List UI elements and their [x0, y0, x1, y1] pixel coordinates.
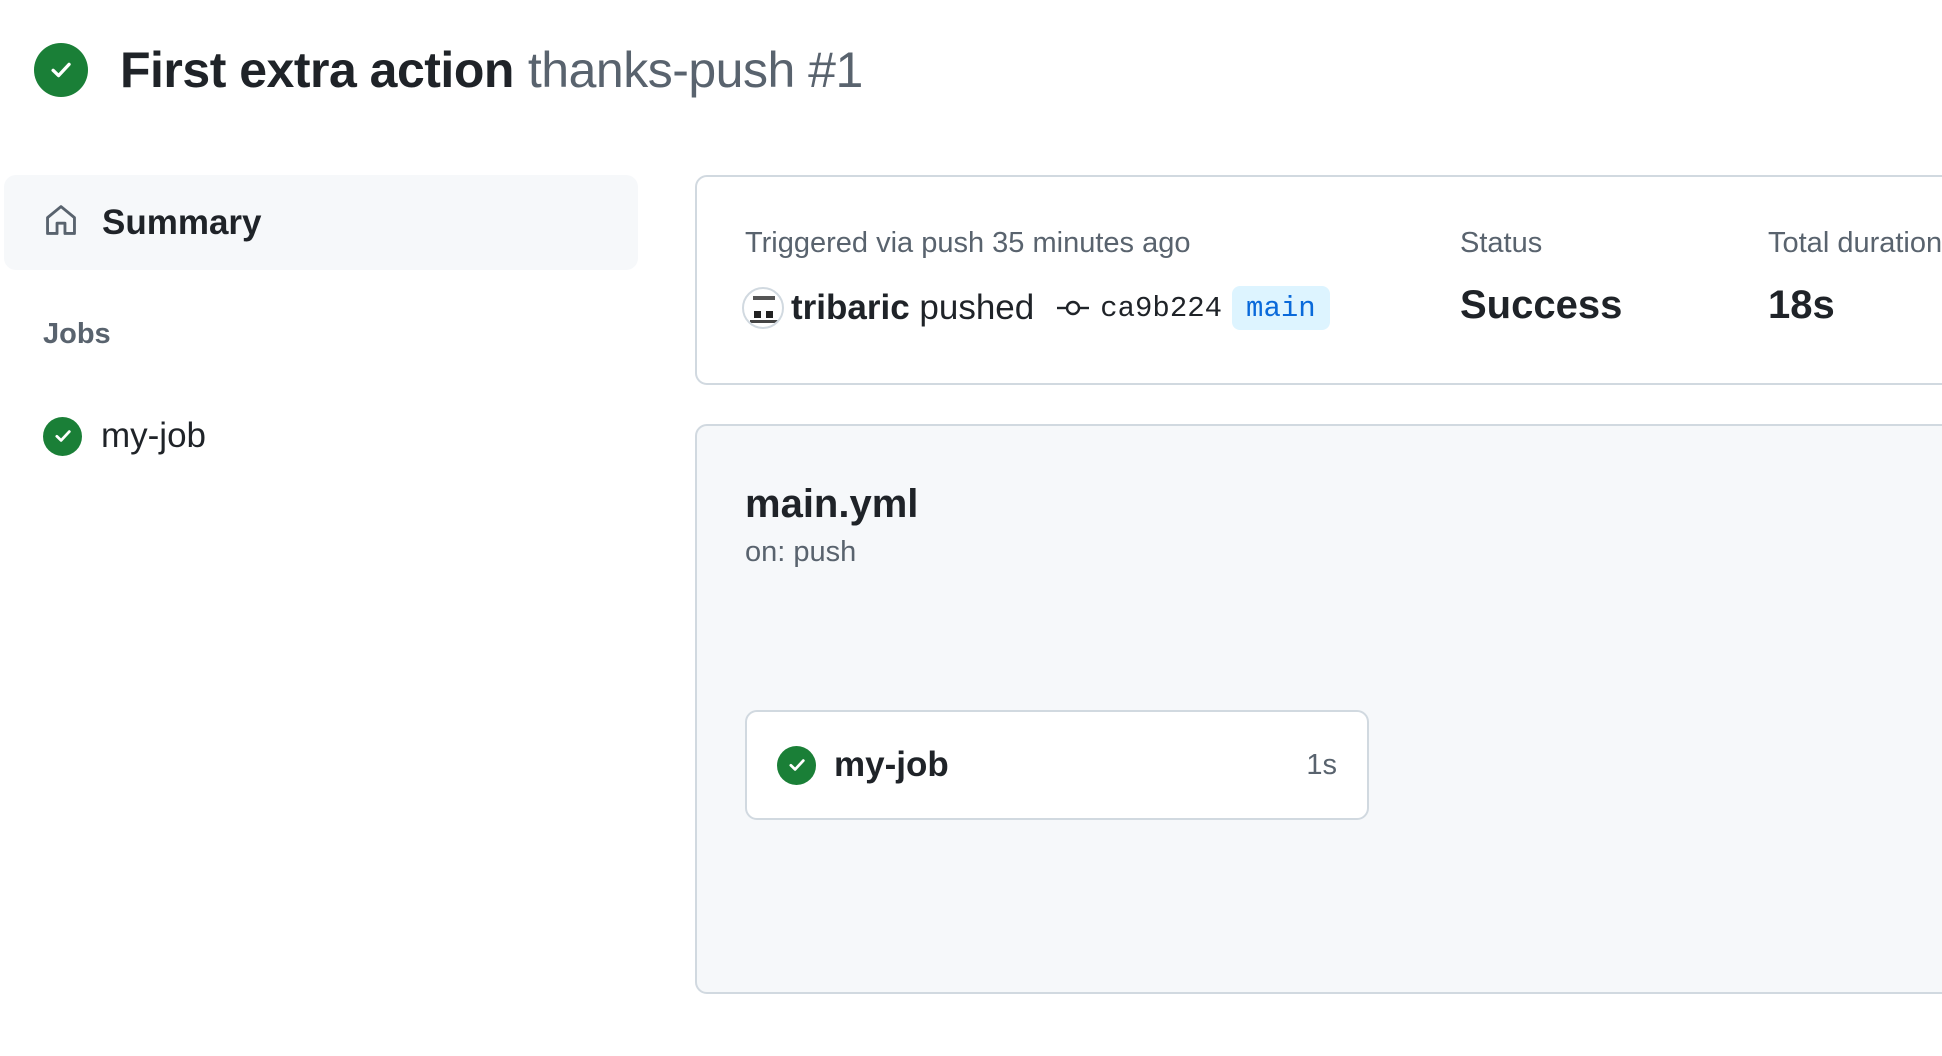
- actor-text: tribaric pushed: [791, 288, 1034, 328]
- commit-row: tribaric pushed ca9b224 main: [742, 285, 1330, 331]
- workflow-graph-panel: main.yml on: push my-job 1s: [695, 424, 1942, 994]
- job-card-my-job[interactable]: my-job 1s: [745, 710, 1369, 820]
- job-card-duration: 1s: [1306, 748, 1337, 781]
- run-info-panel: Triggered via push 35 minutes ago tribar…: [695, 175, 1942, 385]
- run-header: First extra action thanks-push #1: [34, 40, 863, 100]
- workflow-trigger: on: push: [745, 536, 857, 568]
- status-label: Status: [1460, 227, 1543, 259]
- sidebar-job-label: my-job: [101, 416, 207, 455]
- commit-sha-link[interactable]: ca9b224: [1100, 292, 1222, 325]
- jobs-heading: Jobs: [43, 318, 111, 350]
- workflow-title: First extra action: [120, 42, 514, 98]
- git-commit-icon: [1056, 297, 1090, 319]
- sidebar-summary-label: Summary: [102, 202, 262, 242]
- run-label: thanks-push #1: [527, 42, 863, 98]
- duration-value: 18s: [1768, 283, 1835, 327]
- branch-badge[interactable]: main: [1232, 286, 1330, 330]
- check-circle-fill-icon: [34, 43, 88, 97]
- duration-label: Total duration: [1768, 227, 1942, 259]
- workflow-file-name: main.yml: [745, 482, 919, 526]
- check-circle-fill-icon: [777, 745, 816, 785]
- avatar[interactable]: [742, 287, 784, 329]
- status-value: Success: [1460, 283, 1623, 327]
- actor-action: pushed: [919, 288, 1035, 327]
- job-card-name: my-job: [834, 745, 949, 784]
- actor-name[interactable]: tribaric: [791, 288, 910, 327]
- check-circle-fill-icon: [43, 416, 82, 456]
- trigger-text: Triggered via push 35 minutes ago: [745, 227, 1191, 259]
- sidebar-item-summary[interactable]: Summary: [4, 175, 638, 270]
- home-icon: [42, 201, 80, 244]
- sidebar-item-my-job[interactable]: my-job: [43, 412, 206, 460]
